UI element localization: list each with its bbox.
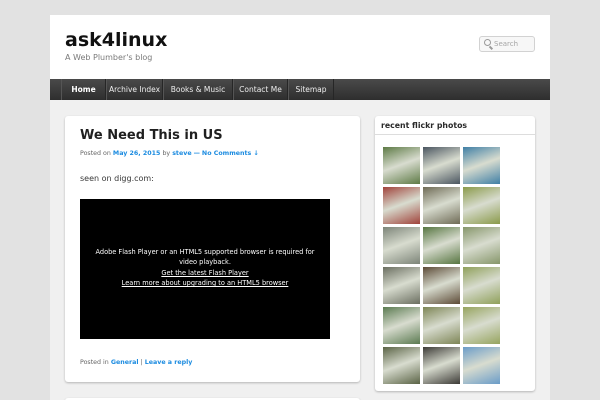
search-box[interactable] [479,36,535,52]
site-description: A Web Plumber's blog [65,53,153,62]
flickr-photo-flowers[interactable] [383,187,420,224]
html5-upgrade-link[interactable]: Learn more about upgrading to an HTML5 b… [80,279,330,287]
flickr-photo-antlers[interactable] [383,347,420,384]
flickr-photo-fence[interactable] [383,227,420,264]
comments-link[interactable]: No Comments ↓ [202,150,259,157]
main-navigation: Home Archive Index Books & Music Contact… [50,79,550,100]
nav-item-archive-index[interactable]: Archive Index [106,79,163,100]
flickr-photo-field[interactable] [463,187,500,224]
flickr-photo-hill[interactable] [383,307,420,344]
post-title[interactable]: We Need This in US [80,128,223,143]
flash-required-message: Adobe Flash Player or an HTML5 supported… [95,248,315,266]
flickr-photo-lake[interactable] [463,147,500,184]
post-date-link[interactable]: May 26, 2015 [113,150,161,157]
nav-item-sitemap[interactable]: Sitemap [288,79,334,100]
flickr-photo-grassland[interactable] [463,267,500,304]
posted-in-label: Posted in [80,359,109,366]
flickr-photo-tree-trunk[interactable] [423,187,460,224]
flickr-photo-animals[interactable] [383,267,420,304]
post-footer: Posted in General | Leave a reply [80,359,192,366]
flickr-widget: recent flickr photos [375,116,535,391]
post-body-text: seen on digg.com: [80,174,154,183]
widget-divider [375,134,535,135]
post-meta: Posted on May 26, 2015 by steve — No Com… [80,150,259,157]
post-article: We Need This in US Posted on May 26, 201… [65,116,360,382]
nav-item-books-music[interactable]: Books & Music [163,79,233,100]
flickr-photo-trees[interactable] [383,147,420,184]
by-label: by [162,150,171,157]
flash-download-link[interactable]: Get the latest Flash Player [80,269,330,277]
flickr-photo-meadow[interactable] [463,307,500,344]
flickr-photo-bushes[interactable] [423,227,460,264]
flickr-photo-vehicle[interactable] [423,147,460,184]
flickr-photo-pasture[interactable] [463,227,500,264]
flickr-photo-deer-herd[interactable] [423,307,460,344]
category-link[interactable]: General [111,359,139,366]
site-title[interactable]: ask4linux [65,29,167,51]
nav-item-home[interactable]: Home [61,79,106,100]
search-icon [484,39,491,46]
search-input[interactable] [494,38,534,50]
flickr-photo-giraffe[interactable] [463,347,500,384]
author-link[interactable]: steve [172,150,191,157]
flash-video-player[interactable]: Adobe Flash Player or an HTML5 supported… [80,199,330,339]
flickr-photo-bison[interactable] [423,267,460,304]
footer-pipe: | [140,359,143,366]
page-container: ask4linux A Web Plumber's blog Home Arch… [50,15,550,400]
posted-on-label: Posted on [80,150,111,157]
flickr-photo-zebra[interactable] [423,347,460,384]
leave-reply-link[interactable]: Leave a reply [145,359,193,366]
nav-item-contact-me[interactable]: Contact Me [233,79,288,100]
widget-title: recent flickr photos [381,121,468,130]
meta-separator: — [193,150,200,157]
